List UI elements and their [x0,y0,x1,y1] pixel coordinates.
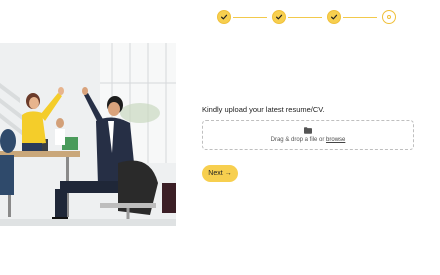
step-connector [233,17,267,18]
next-button-label: Next [208,170,223,177]
check-icon [331,14,338,20]
office-team-photo [0,43,176,226]
resume-upload-page: Kindly upload your latest resume/CV. Dra… [0,0,440,275]
progress-stepper [216,10,396,26]
browse-link[interactable]: browse [326,137,345,143]
dot-icon [387,15,391,19]
step-1-completed [217,10,231,24]
upload-prompt: Kindly upload your latest resume/CV. [202,105,325,114]
check-icon [221,14,228,20]
dropzone-text: Drag & drop a file or browse [271,137,346,143]
check-icon [276,14,283,20]
drop-instruction: Drag & drop a file or [270,137,325,143]
file-dropzone[interactable]: Drag & drop a file or browse [202,120,414,150]
step-connector [343,17,377,18]
folder-icon [304,127,312,134]
step-2-completed [272,10,286,24]
next-button[interactable]: Next → [202,165,238,182]
step-4-current [382,10,396,24]
arrow-right-icon: → [224,170,232,177]
office-team-illustration [0,43,176,226]
step-connector [288,17,322,18]
step-3-completed [327,10,341,24]
